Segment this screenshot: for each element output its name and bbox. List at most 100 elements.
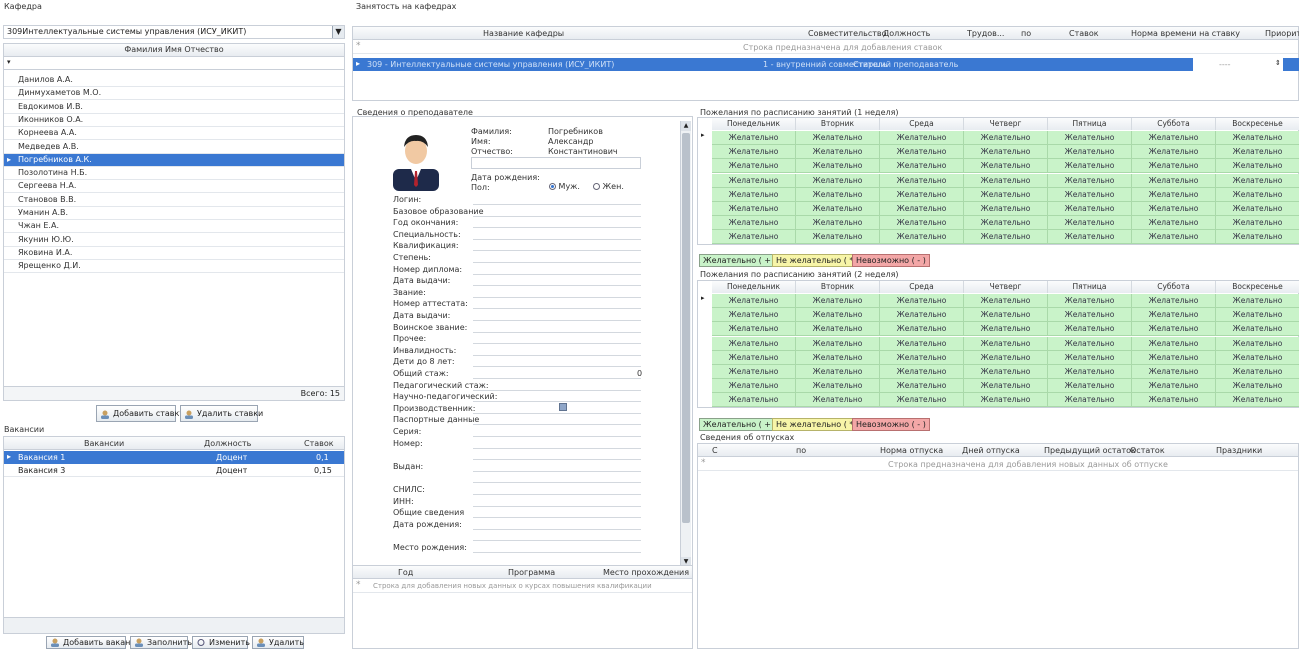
- teacher-list-item[interactable]: Корнеева А.А.: [4, 127, 344, 141]
- day-header[interactable]: Четверг: [964, 281, 1048, 293]
- schedule-cell[interactable]: Желательно: [1132, 216, 1216, 231]
- fill-button[interactable]: Заполнить: [130, 636, 192, 649]
- schedule-cell[interactable]: Желательно: [1132, 322, 1216, 337]
- schedule-cell[interactable]: Желательно: [1132, 131, 1216, 145]
- emp-header-dolzh[interactable]: Должность: [883, 29, 930, 38]
- schedule-cell[interactable]: Желательно: [712, 336, 796, 351]
- courses-header-place[interactable]: Место прохождения: [603, 568, 689, 577]
- schedule-cell[interactable]: Желательно: [964, 350, 1048, 365]
- emp-header-sovm[interactable]: Совместительство: [808, 29, 887, 38]
- vac-col-norm[interactable]: Норма отпуска: [880, 446, 943, 455]
- teacher-field-input[interactable]: [473, 194, 641, 205]
- schedule-cell[interactable]: Желательно: [1048, 393, 1132, 408]
- schedule-cell[interactable]: Желательно: [1132, 173, 1216, 188]
- schedule-cell[interactable]: Желательно: [1048, 336, 1132, 351]
- day-header[interactable]: Среда: [880, 118, 964, 130]
- schedule-cell[interactable]: Желательно: [964, 202, 1048, 216]
- filter-row[interactable]: ▾: [4, 57, 344, 70]
- day-header[interactable]: Пятница: [1048, 118, 1132, 130]
- teacher-list-item[interactable]: Уманин А.В.: [4, 207, 344, 220]
- teacher-list-item[interactable]: Чжан Е.А.: [4, 220, 344, 234]
- teacher-field-input[interactable]: [473, 391, 641, 403]
- schedule-cell[interactable]: Желательно: [964, 216, 1048, 231]
- pref-notgood-button[interactable]: Не желательно ( * ): [772, 418, 864, 431]
- schedule-cell[interactable]: Желательно: [1216, 350, 1299, 365]
- emp-header-po[interactable]: по: [1021, 29, 1031, 38]
- schedule-cell[interactable]: Желательно: [712, 379, 796, 394]
- schedule-cell[interactable]: Желательно: [712, 308, 796, 323]
- schedule-cell[interactable]: Желательно: [1048, 365, 1132, 379]
- emp-header-trud[interactable]: Трудов...: [967, 29, 1004, 38]
- day-header[interactable]: Суббота: [1132, 281, 1216, 293]
- change-button[interactable]: Изменить: [192, 636, 250, 649]
- schedule-cell[interactable]: Желательно: [1048, 230, 1132, 245]
- scroll-thumb[interactable]: [682, 133, 690, 523]
- schedule-cell[interactable]: Желательно: [1048, 308, 1132, 323]
- schedule-cell[interactable]: Желательно: [964, 379, 1048, 394]
- scrollbar[interactable]: ▲ ▼: [680, 121, 691, 567]
- schedule-cell[interactable]: Желательно: [796, 365, 880, 379]
- schedule-cell[interactable]: Желательно: [880, 187, 964, 202]
- schedule-cell[interactable]: Желательно: [1132, 308, 1216, 323]
- schedule-cell[interactable]: Желательно: [712, 350, 796, 365]
- schedule-cell[interactable]: Желательно: [880, 379, 964, 394]
- vac-col-prev[interactable]: Предыдущий остаток: [1044, 446, 1136, 455]
- schedule-cell[interactable]: Желательно: [880, 145, 964, 160]
- pref-notgood-button[interactable]: Не желательно ( * ): [772, 254, 864, 267]
- vacancy-row[interactable]: ▸ Вакансия 1 Доцент 0,1: [4, 451, 344, 464]
- radio-male[interactable]: Муж.: [549, 182, 580, 191]
- schedule-cell[interactable]: Желательно: [1048, 350, 1132, 365]
- teacher-field-input[interactable]: [473, 461, 641, 472]
- vac-col-to[interactable]: по: [796, 446, 806, 455]
- schedule-cell[interactable]: Желательно: [796, 294, 880, 308]
- schedule-cell[interactable]: Желательно: [712, 365, 796, 379]
- pref-impossible-button[interactable]: Невозможно ( - ): [852, 418, 930, 431]
- schedule-cell[interactable]: Желательно: [796, 350, 880, 365]
- schedule-cell[interactable]: Желательно: [1048, 322, 1132, 337]
- schedule-cell[interactable]: Желательно: [796, 202, 880, 216]
- filter-icon[interactable]: ▾: [7, 58, 11, 66]
- schedule-cell[interactable]: Желательно: [1216, 379, 1299, 394]
- schedule-cell[interactable]: Желательно: [1132, 393, 1216, 408]
- schedule-cell[interactable]: Желательно: [712, 322, 796, 337]
- schedule-cell[interactable]: Желательно: [1048, 145, 1132, 160]
- emp-add-row[interactable]: * Строка предназначена для добавления ст…: [353, 41, 1298, 54]
- name-value[interactable]: Александр: [548, 137, 593, 146]
- teacher-field-input[interactable]: [473, 287, 641, 298]
- schedule-cell[interactable]: Желательно: [796, 187, 880, 202]
- schedule-cell[interactable]: Желательно: [880, 322, 964, 337]
- teacher-field-input[interactable]: [473, 449, 641, 461]
- schedule-cell[interactable]: Желательно: [1216, 159, 1299, 174]
- teacher-field-input[interactable]: [473, 496, 641, 507]
- teacher-field-input[interactable]: [473, 345, 641, 356]
- emp-header-priority[interactable]: Приорите: [1265, 29, 1299, 38]
- schedule-cell[interactable]: Желательно: [796, 131, 880, 145]
- teacher-list-item[interactable]: Динмухаметов М.О.: [4, 87, 344, 101]
- schedule-cell[interactable]: Желательно: [880, 202, 964, 216]
- schedule-cell[interactable]: Желательно: [1216, 230, 1299, 245]
- schedule-cell[interactable]: Желательно: [796, 145, 880, 160]
- priority-dropdown[interactable]: [1283, 58, 1299, 71]
- vac-header-rate[interactable]: Ставок: [304, 439, 334, 448]
- schedule-cell[interactable]: Желательно: [880, 173, 964, 188]
- teacher-field-input[interactable]: [473, 298, 641, 310]
- schedule-cell[interactable]: Желательно: [1132, 365, 1216, 379]
- schedule-cell[interactable]: Желательно: [1132, 159, 1216, 174]
- emp-header-norma[interactable]: Норма времени на ставку: [1131, 29, 1240, 38]
- schedule-cell[interactable]: Желательно: [964, 365, 1048, 379]
- radio-female[interactable]: Жен.: [593, 182, 624, 191]
- vac-col-from[interactable]: С: [712, 446, 718, 455]
- schedule-cell[interactable]: Желательно: [880, 216, 964, 231]
- courses-header-year[interactable]: Год: [398, 568, 413, 577]
- schedule-cell[interactable]: Желательно: [1132, 187, 1216, 202]
- teacher-field-input[interactable]: [473, 275, 641, 287]
- teacher-field-input[interactable]: [473, 519, 641, 530]
- schedule-cell[interactable]: Желательно: [1048, 187, 1132, 202]
- pref-good-button[interactable]: Желательно ( + ): [699, 254, 781, 267]
- schedule-cell[interactable]: Желательно: [964, 173, 1048, 188]
- schedule-cell[interactable]: Желательно: [1216, 336, 1299, 351]
- teacher-field-input[interactable]: [473, 426, 641, 437]
- schedule-cell[interactable]: Желательно: [712, 294, 796, 308]
- emp-norma[interactable]: ----: [1219, 60, 1231, 69]
- teacher-field-input[interactable]: [473, 507, 641, 519]
